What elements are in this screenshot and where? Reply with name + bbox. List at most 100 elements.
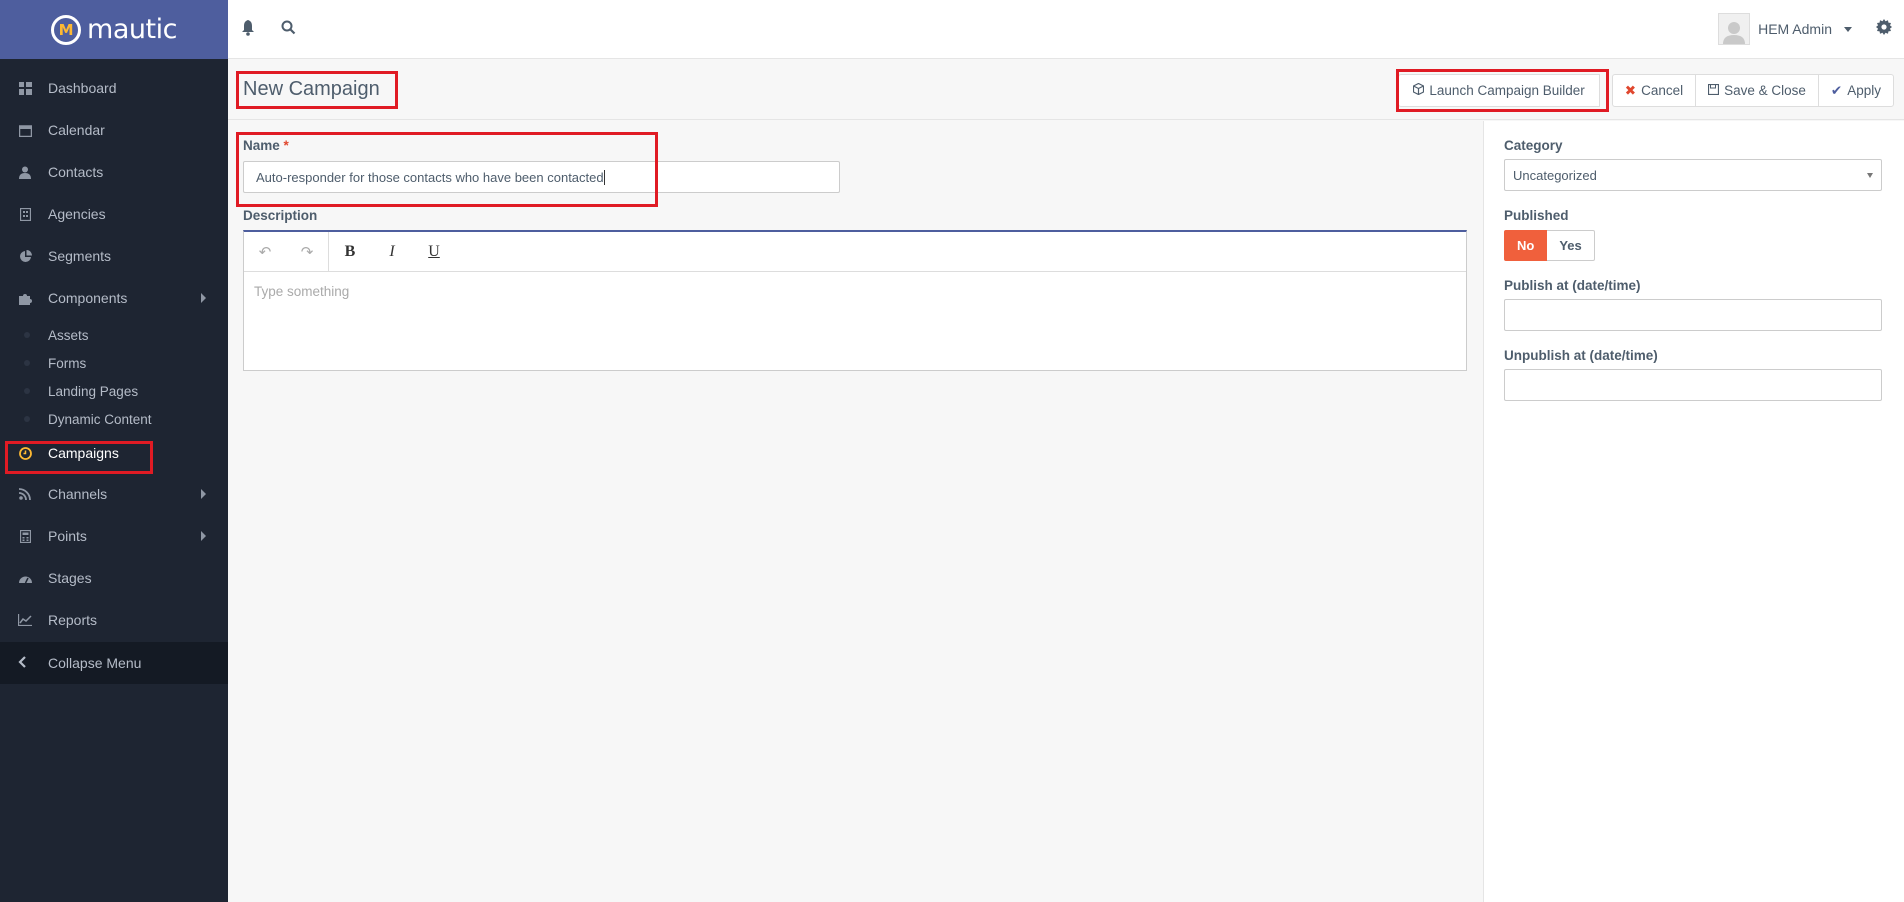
chevron-right-icon	[201, 531, 206, 541]
launch-campaign-builder-button[interactable]: Launch Campaign Builder	[1398, 74, 1600, 107]
sidebar-item-label: Components	[48, 290, 128, 306]
sidebar-item-label: Stages	[48, 570, 92, 586]
calculator-icon	[18, 529, 32, 543]
avatar	[1718, 13, 1751, 45]
chevron-right-icon	[201, 293, 206, 303]
sidebar-subitem-label: Assets	[48, 327, 89, 343]
sidebar-item-label: Channels	[48, 486, 108, 502]
published-label: Published	[1504, 208, 1569, 223]
required-mark: *	[283, 138, 289, 153]
save-close-button[interactable]: Save & Close	[1695, 74, 1819, 107]
chevron-left-icon	[18, 655, 32, 671]
name-label-text: Name	[243, 138, 280, 153]
sidebar-item-label: Calendar	[48, 122, 105, 138]
description-label: Description	[243, 208, 318, 223]
sidebar-item-label: Reports	[48, 612, 98, 628]
sidebar-item-contacts[interactable]: Contacts	[0, 151, 228, 193]
sidebar-item-label: Contacts	[48, 164, 104, 180]
tachometer-icon	[18, 571, 32, 585]
sidebar-item-label: Points	[48, 528, 87, 544]
publish-at-label: Publish at (date/time)	[1504, 278, 1641, 293]
clock-icon	[18, 446, 32, 460]
logo-text: mautic	[87, 14, 177, 45]
check-icon: ✔	[1830, 82, 1843, 98]
header-button-group: Launch Campaign Builder ✖ Cancel Save & …	[1398, 74, 1894, 107]
sidebar-item-agencies[interactable]: Agencies	[0, 193, 228, 235]
sidebar-item-label: Segments	[48, 248, 112, 264]
unpublish-at-field[interactable]	[1504, 369, 1882, 401]
description-textarea[interactable]: Type something	[244, 272, 1466, 311]
sidebar-item-label: Agencies	[48, 206, 106, 222]
sidebar-item-channels[interactable]: Channels	[0, 473, 228, 515]
building-icon	[18, 207, 32, 221]
sidebar-item-calendar[interactable]: Calendar	[0, 109, 228, 151]
description-editor[interactable]: ↶ ↷ B I U Type something	[243, 230, 1467, 371]
rss-icon	[18, 487, 32, 501]
underline-icon[interactable]: U	[413, 232, 455, 272]
apply-label: Apply	[1847, 83, 1881, 98]
sidebar-item-components[interactable]: Components	[0, 277, 228, 319]
sidebar-item-segments[interactable]: Segments	[0, 235, 228, 277]
topbar: HEM Admin	[228, 0, 1904, 59]
name-field[interactable]: Auto-responder for those contacts who ha…	[243, 161, 840, 193]
sidebar: M mautic Dashboard Calendar Contacts Age…	[0, 0, 228, 902]
sidebar-item-label: Dashboard	[48, 80, 117, 96]
cancel-button[interactable]: ✖ Cancel	[1611, 74, 1697, 107]
collapse-menu-button[interactable]: Collapse Menu	[0, 642, 228, 684]
save-close-label: Save & Close	[1724, 83, 1806, 98]
sidebar-item-campaigns[interactable]: Campaigns	[0, 435, 228, 471]
unpublish-at-label: Unpublish at (date/time)	[1504, 348, 1658, 363]
pie-chart-icon	[18, 249, 32, 263]
sidebar-item-dashboard[interactable]: Dashboard	[0, 67, 228, 109]
category-value: Uncategorized	[1513, 167, 1597, 183]
chevron-down-icon	[1867, 173, 1873, 178]
right-panel: Category Uncategorized Published No Yes …	[1483, 121, 1904, 902]
line-chart-icon	[18, 613, 32, 627]
sidebar-item-label: Campaigns	[48, 445, 119, 461]
sidebar-item-points[interactable]: Points	[0, 515, 228, 557]
undo-icon[interactable]: ↶	[244, 232, 286, 272]
apply-button[interactable]: ✔ Apply	[1817, 74, 1894, 107]
collapse-menu-label: Collapse Menu	[48, 655, 142, 671]
calendar-icon	[18, 123, 32, 137]
name-label: Name *	[243, 138, 289, 153]
mautic-logo-icon: M	[51, 14, 82, 45]
published-toggle: No Yes	[1504, 230, 1595, 261]
sidebar-subitem-label: Forms	[48, 355, 87, 371]
bell-icon[interactable]	[241, 20, 255, 39]
category-select[interactable]: Uncategorized	[1504, 159, 1882, 191]
italic-icon[interactable]: I	[371, 232, 413, 272]
user-name: HEM Admin	[1758, 21, 1832, 37]
name-field-value: Auto-responder for those contacts who ha…	[256, 169, 604, 185]
sidebar-subitem-assets[interactable]: Assets	[0, 321, 228, 349]
chevron-right-icon	[201, 489, 206, 499]
user-menu[interactable]: HEM Admin	[1718, 13, 1852, 45]
dashboard-icon	[18, 81, 32, 95]
main-form: Name * Auto-responder for those contacts…	[228, 121, 1482, 902]
logo[interactable]: M mautic	[0, 0, 228, 59]
cancel-label: Cancel	[1641, 83, 1684, 98]
launch-label: Launch Campaign Builder	[1429, 83, 1585, 98]
editor-toolbar: ↶ ↷ B I U	[244, 231, 1466, 272]
published-no-button[interactable]: No	[1504, 230, 1548, 261]
gear-icon[interactable]	[1876, 19, 1892, 38]
chevron-down-icon	[1844, 26, 1852, 32]
sidebar-subitem-label: Dynamic Content	[48, 411, 152, 427]
user-icon	[18, 165, 32, 179]
publish-at-field[interactable]	[1504, 299, 1882, 331]
sidebar-item-reports[interactable]: Reports	[0, 599, 228, 641]
bold-icon[interactable]: B	[329, 232, 371, 272]
sidebar-subitem-forms[interactable]: Forms	[0, 349, 228, 377]
sidebar-item-stages[interactable]: Stages	[0, 557, 228, 599]
puzzle-icon	[18, 291, 32, 305]
sidebar-nav: Dashboard Calendar Contacts Agencies Seg…	[0, 67, 228, 641]
published-yes-button[interactable]: Yes	[1547, 230, 1595, 261]
cube-icon	[1413, 82, 1425, 98]
category-label: Category	[1504, 138, 1563, 153]
sidebar-subitem-landing-pages[interactable]: Landing Pages	[0, 377, 228, 405]
redo-icon[interactable]: ↷	[286, 232, 328, 272]
search-icon[interactable]	[281, 20, 296, 38]
sidebar-subitem-label: Landing Pages	[48, 383, 139, 399]
sidebar-subitem-dynamic-content[interactable]: Dynamic Content	[0, 405, 228, 433]
page-header: New Campaign Launch Campaign Builder ✖ C…	[228, 60, 1904, 120]
